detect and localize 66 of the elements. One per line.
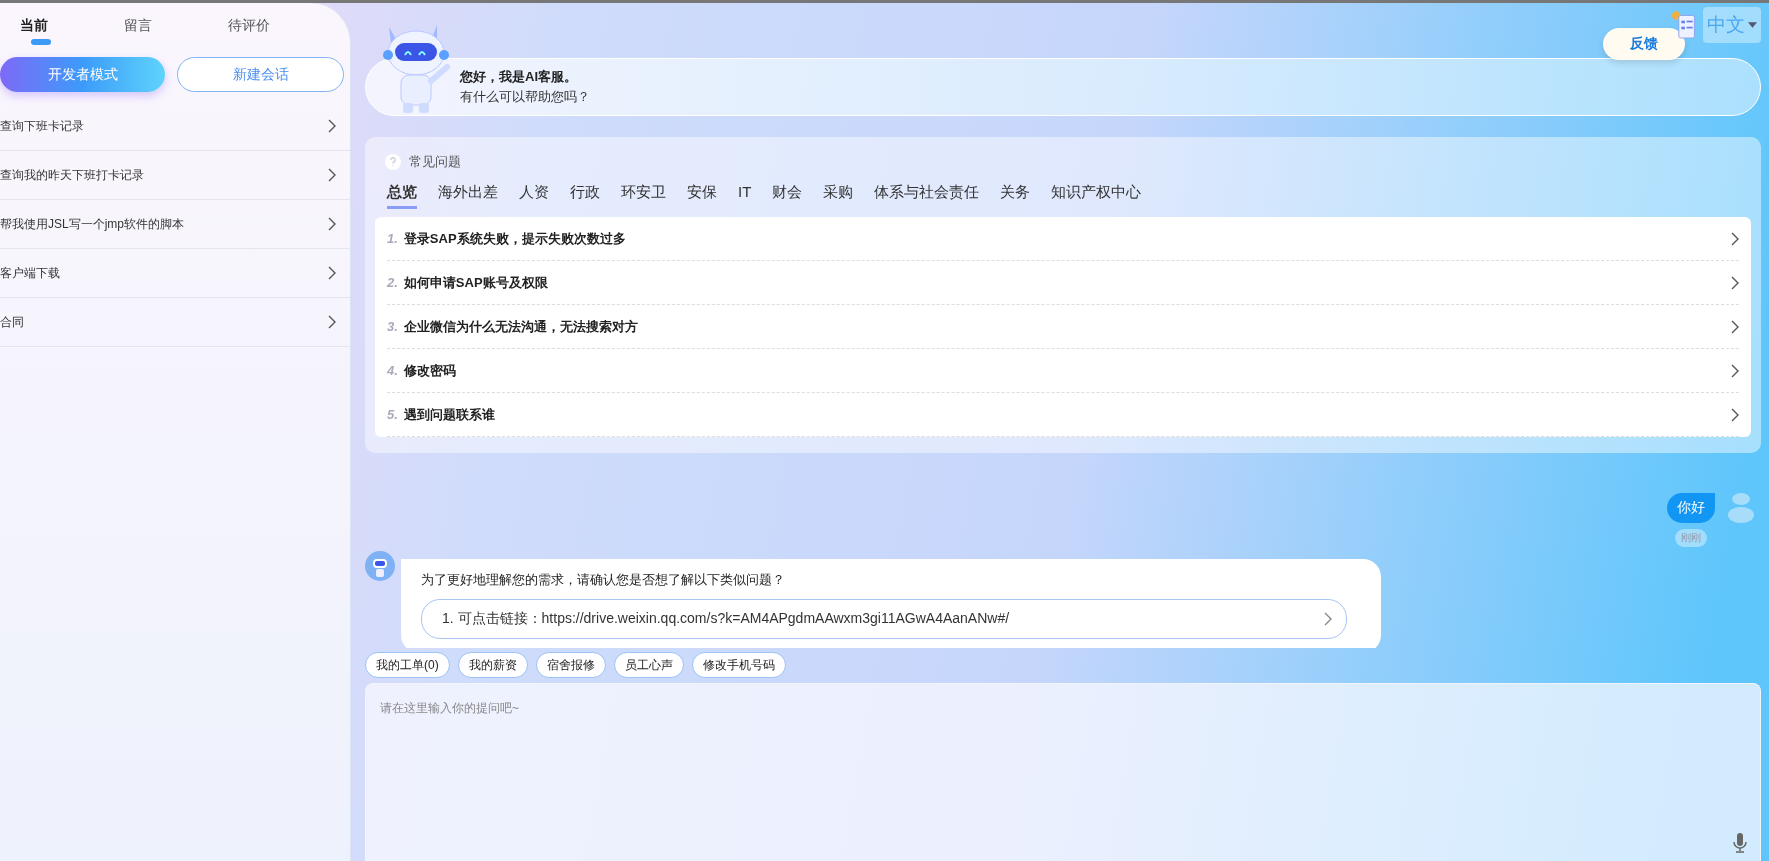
category-tab[interactable]: 关务: [1000, 183, 1031, 209]
sidebar-tab[interactable]: 当前: [20, 17, 124, 45]
sidebar-tab[interactable]: 待评价: [228, 17, 332, 45]
question-text: 遇到问题联系谁: [403, 405, 496, 424]
category-tab[interactable]: 安保: [687, 183, 717, 209]
question-number: 3.: [387, 319, 398, 334]
bot-avatar-icon: [365, 551, 395, 581]
caret-icon: [1748, 22, 1757, 28]
quick-reply-chip[interactable]: 修改手机号码: [691, 652, 786, 678]
question-text: 如何申请SAP账号及权限: [403, 273, 549, 292]
chevron-right-icon: [328, 217, 336, 231]
quick-reply-chip[interactable]: 员工心声: [613, 652, 684, 678]
quick-reply-chip[interactable]: 我的薪资: [457, 652, 528, 678]
user-avatar-icon: [1727, 493, 1755, 523]
message-time: 刚刚: [1675, 529, 1707, 547]
question-number: 5.: [387, 407, 398, 422]
category-tab[interactable]: 体系与社会责任: [874, 183, 980, 209]
category-tab[interactable]: 海外出差: [438, 183, 498, 209]
question-item[interactable]: 1. 登录SAP系统失败，提示失败次数过多: [387, 217, 1739, 261]
feedback-button[interactable]: 反馈: [1603, 28, 1685, 60]
user-message: 你好: [1667, 493, 1715, 523]
category-tab[interactable]: IT: [738, 183, 752, 209]
history-item[interactable]: 帮我使用JSL写一个jmp软件的脚本: [0, 200, 350, 249]
history-item[interactable]: 客户端下载: [0, 249, 350, 298]
question-item[interactable]: 2. 如何申请SAP账号及权限: [387, 261, 1739, 305]
greeting-text: 您好，我是AI客服。: [460, 68, 578, 86]
question-text: 登录SAP系统失败，提示失败次数过多: [403, 229, 627, 248]
category-tab[interactable]: 人资: [519, 183, 549, 209]
chevron-right-icon: [1731, 275, 1739, 290]
quick-reply-chip[interactable]: 我的工单(0): [365, 652, 450, 678]
chevron-right-icon: [1731, 363, 1739, 378]
chevron-right-icon: [328, 266, 336, 280]
question-icon: [385, 154, 401, 170]
quick-reply-chip[interactable]: 宿舍报修: [535, 652, 606, 678]
category-tab[interactable]: 环安卫: [621, 183, 666, 209]
question-item[interactable]: 4. 修改密码: [387, 349, 1739, 393]
chevron-right-icon: [328, 168, 336, 182]
chevron-right-icon: [1324, 612, 1332, 626]
question-item[interactable]: 5. 遇到问题联系谁: [387, 393, 1739, 437]
faq-title: 常见问题: [409, 153, 461, 171]
question-item[interactable]: 3. 企业微信为什么无法沟通，无法搜索对方: [387, 305, 1739, 349]
question-text: 企业微信为什么无法沟通，无法搜索对方: [403, 317, 639, 336]
microphone-icon[interactable]: [1733, 833, 1747, 853]
category-tab[interactable]: 知识产权中心: [1051, 183, 1142, 209]
category-tab[interactable]: 总览: [387, 183, 417, 209]
bot-message-text: 为了更好地理解您的需求，请确认您是否想了解以下类似问题？: [421, 571, 786, 589]
chevron-right-icon: [328, 315, 336, 329]
sidebar-tab[interactable]: 留言: [124, 17, 228, 45]
question-number: 4.: [387, 363, 398, 378]
question-number: 1.: [387, 231, 398, 246]
history-item[interactable]: 查询我的昨天下班打卡记录: [0, 151, 350, 200]
question-text: 修改密码: [403, 361, 457, 380]
category-tab[interactable]: 采购: [823, 183, 854, 209]
history-item[interactable]: 合同: [0, 298, 350, 347]
category-tab[interactable]: 行政: [570, 183, 600, 209]
history-item[interactable]: 查询下班卡记录: [0, 102, 350, 151]
greeting-subtitle: 有什么可以帮助您吗？: [460, 88, 591, 106]
chevron-right-icon: [1731, 319, 1739, 334]
category-tab[interactable]: 财会: [772, 183, 803, 209]
clipboard-icon: [1671, 9, 1697, 41]
chevron-right-icon: [1731, 407, 1739, 422]
chevron-right-icon: [328, 119, 336, 133]
question-number: 2.: [387, 275, 398, 290]
question-input-field[interactable]: 请在这里输入你的提问吧~: [365, 683, 1761, 861]
suggestion-option[interactable]: 1. 可点击链接：https://drive.weixin.qq.com/s?k=AM4APgdmAAwxm3gi11AGwA4AanANw#/: [421, 599, 1347, 639]
chevron-right-icon: [1731, 231, 1739, 246]
